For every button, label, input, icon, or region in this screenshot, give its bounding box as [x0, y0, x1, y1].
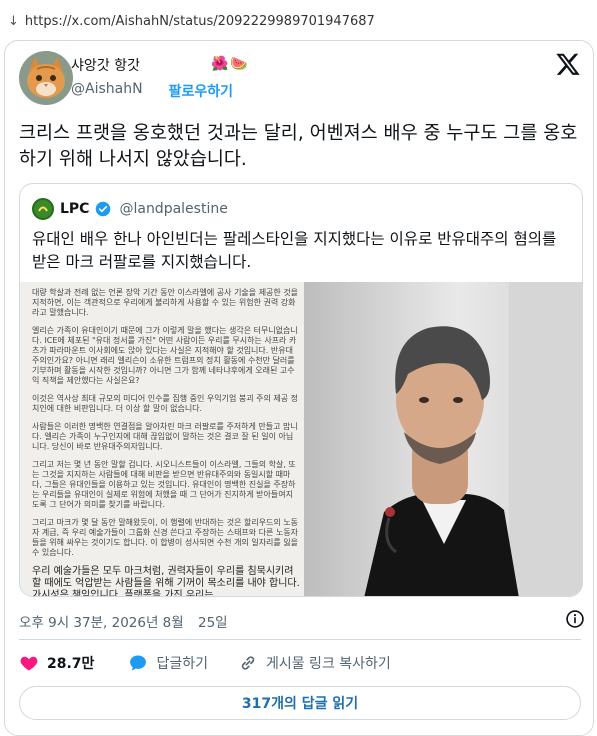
- cat-avatar-image: [19, 51, 73, 105]
- doc-paragraph: 우리 예술가들은 모두 마크처럼, 권력자들이 우리를 침묵시키려 할 때에도 …: [32, 566, 300, 597]
- avatar[interactable]: [19, 51, 73, 105]
- reply-button[interactable]: 답글하기: [128, 653, 208, 673]
- x-logo-icon[interactable]: [555, 51, 581, 77]
- link-icon: [241, 656, 255, 670]
- quoted-author-name[interactable]: LPC: [60, 201, 89, 217]
- tweet-card: 샤앙갓 항갓 @AishahN 팔로우하기 🌺🍉 크리스 프랫을 옹호했던 것과…: [4, 40, 594, 736]
- download-arrow-icon: ↓: [8, 14, 19, 29]
- lpc-logo-icon: [32, 198, 54, 220]
- browser-address-bar[interactable]: ↓ https://x.com/AishahN/status/209222998…: [0, 0, 597, 40]
- read-replies-label: 의 답글 읽기: [283, 696, 359, 712]
- quoted-text: 유대인 배우 한나 아인빈더는 팔레스타인을 지지했다는 이유로 반유대주의 혐…: [32, 230, 557, 271]
- speech-bubble-icon: [130, 655, 147, 671]
- verified-badge-icon: [96, 201, 111, 217]
- copy-link-label: 게시물 링크 복사하기: [265, 656, 391, 672]
- info-icon[interactable]: [565, 609, 585, 629]
- url-text[interactable]: https://x.com/AishahN/status/20922299897…: [25, 14, 375, 40]
- timestamp-time: 오후 9시 37분, 2026년 8월: [19, 615, 184, 631]
- reply-label: 답글하기: [156, 656, 208, 672]
- like-count: 28.7만: [47, 656, 95, 672]
- quoted-author-handle[interactable]: @landpalestine: [119, 201, 227, 217]
- reply-count: 317개: [241, 696, 284, 712]
- author-emoji: 🌺🍉: [211, 56, 250, 72]
- doc-paragraph: 그리고 저는 몇 년 동안 말할 겁니다. 시오니스트들이 이스라엘, 그들의 …: [32, 460, 296, 509]
- read-replies-button[interactable]: 317개 의 답글 읽기: [19, 686, 581, 720]
- heart-icon: [20, 656, 38, 671]
- divider: [19, 639, 581, 640]
- quoted-media[interactable]: 대량 학살과 전례 없는 언론 장악 기간 동안 이스라엘에 공사 기술을 제공…: [20, 282, 582, 597]
- timestamp-day: 25일: [198, 615, 228, 631]
- author-handle[interactable]: @AishahN: [71, 81, 143, 101]
- quoted-tweet[interactable]: LPC @landpalestine 유대인 배우 한나 아인빈더는 팔레스타인…: [19, 183, 583, 597]
- tweet-text: 크리스 프랫을 옹호했던 것과는 달리, 어벤져스 배우 중 누구도 그를 옹호…: [19, 123, 578, 170]
- doc-paragraph: 대량 학살과 전례 없는 언론 장악 기간 동안 이스라엘에 공사 기술을 제공…: [32, 288, 299, 317]
- follow-button[interactable]: 팔로우하기: [169, 81, 233, 101]
- tweet-timestamp[interactable]: 오후 9시 37분, 2026년 8월 25일: [19, 611, 228, 631]
- author-info: 샤앙갓 항갓 @AishahN 팔로우하기: [71, 55, 233, 101]
- doc-paragraph: 사람들은 이러한 명백한 연결점을 알아차린 마크 러팔로를 주저하게 만들고 …: [32, 422, 298, 451]
- like-button[interactable]: 28.7만: [19, 653, 94, 673]
- statement-document-image: 대량 학살과 전례 없는 언론 장악 기간 동안 이스라엘에 공사 기술을 제공…: [20, 282, 304, 597]
- copy-link-button[interactable]: 게시물 링크 복사하기: [238, 653, 391, 673]
- action-bar: 28.7만 답글하기 게시물 링크 복사하기: [19, 653, 579, 673]
- doc-paragraph: 이것은 역사상 최대 규모의 미디어 인수를 집행 중인 우익기업 붕괴 주의 …: [32, 394, 299, 413]
- doc-paragraph: 엘리슨 가족이 유대인이기 때문에 그가 이렇게 말을 했다는 생각은 터무니없…: [32, 326, 298, 385]
- portrait-photo: [304, 282, 582, 596]
- doc-paragraph: 그리고 마크가 몇 달 동안 말해왔듯이, 이 행렬에 반대하는 것은 할리우드…: [32, 518, 299, 557]
- author-display-name[interactable]: 샤앙갓 항갓: [71, 55, 233, 75]
